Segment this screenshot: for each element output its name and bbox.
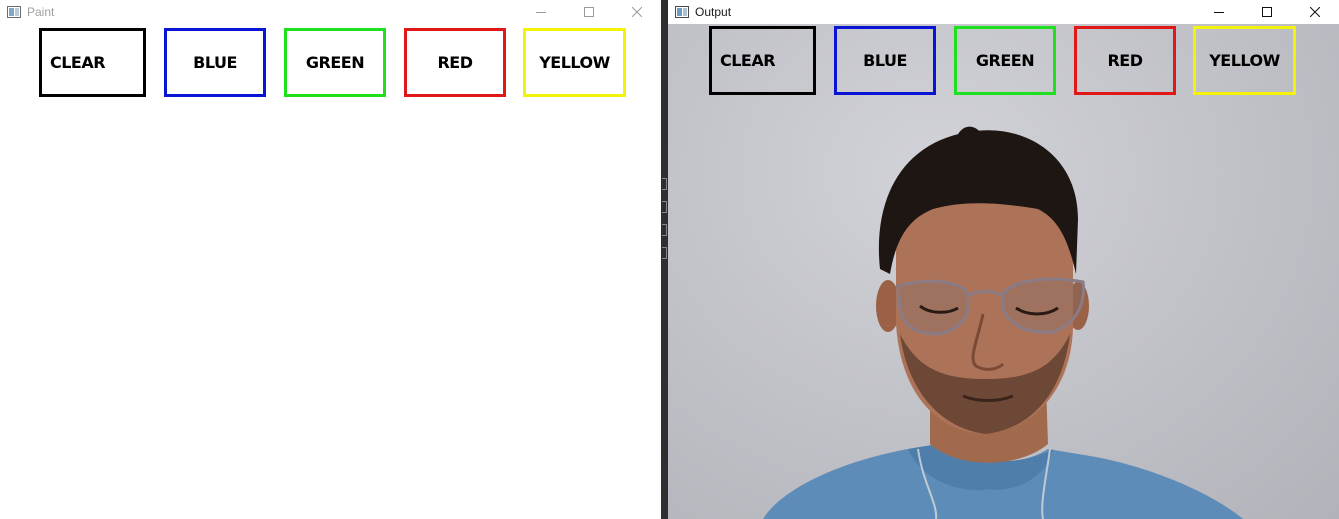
minimize-button[interactable] [1195, 0, 1243, 24]
red-label: RED [1107, 51, 1143, 70]
green-label: GREEN [975, 51, 1035, 70]
person-image [763, 126, 1243, 519]
app-icon [675, 6, 689, 18]
maximize-button[interactable] [1243, 0, 1291, 24]
close-button[interactable] [1291, 0, 1339, 24]
yellow-label: YELLOW [1209, 51, 1280, 70]
desktop-gap [661, 0, 668, 519]
close-icon [1310, 7, 1320, 17]
blue-label: BLUE [193, 53, 237, 72]
yellow-button[interactable]: YELLOW [523, 28, 626, 97]
paint-titlebar[interactable]: Paint [0, 0, 661, 24]
clear-label: CLEAR [49, 53, 106, 72]
red-label: RED [437, 53, 473, 72]
red-button[interactable]: RED [1074, 26, 1176, 95]
clear-button[interactable]: CLEAR [709, 26, 816, 95]
window-title: Paint [27, 5, 55, 19]
green-label: GREEN [305, 53, 365, 72]
output-window: Output CLEAR BLUE GREEN RED YELLOW [668, 0, 1339, 519]
minimize-icon [1214, 7, 1224, 17]
maximize-icon [1262, 7, 1272, 17]
maximize-icon [584, 7, 594, 17]
window-title: Output [695, 5, 732, 19]
webcam-feed: CLEAR BLUE GREEN RED YELLOW [668, 24, 1339, 519]
paint-canvas[interactable]: CLEAR BLUE GREEN RED YELLOW [0, 24, 661, 519]
green-button[interactable]: GREEN [954, 26, 1056, 95]
clear-button[interactable]: CLEAR [39, 28, 146, 97]
minimize-icon [536, 7, 546, 17]
red-button[interactable]: RED [404, 28, 506, 97]
blue-button[interactable]: BLUE [164, 28, 266, 97]
minimize-button[interactable] [517, 0, 565, 24]
output-titlebar[interactable]: Output [668, 0, 1339, 24]
blue-label: BLUE [863, 51, 907, 70]
blue-button[interactable]: BLUE [834, 26, 936, 95]
clear-label: CLEAR [719, 51, 776, 70]
app-icon [7, 6, 21, 18]
green-button[interactable]: GREEN [284, 28, 386, 97]
yellow-button[interactable]: YELLOW [1193, 26, 1296, 95]
close-button[interactable] [613, 0, 661, 24]
yellow-label: YELLOW [539, 53, 610, 72]
paint-window: Paint CLEAR BLUE GREEN RED YELLOW [0, 0, 661, 519]
close-icon [632, 7, 642, 17]
maximize-button[interactable] [565, 0, 613, 24]
